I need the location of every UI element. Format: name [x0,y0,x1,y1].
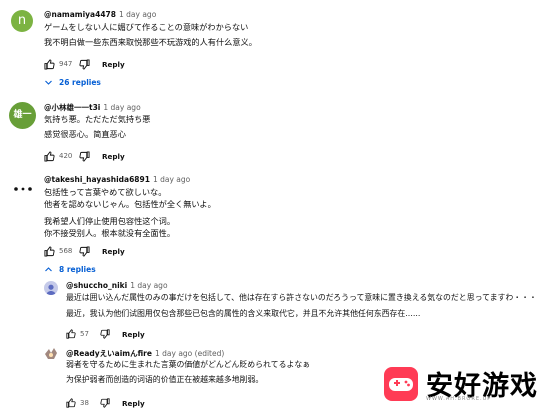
reply-timestamp[interactable]: 1 day ago (edited) [155,349,224,358]
avatar[interactable]: 雄一 [9,102,36,129]
like-count: 947 [59,60,73,68]
person-avatar-icon [46,284,56,295]
avatar[interactable] [10,176,36,202]
watermark: 安好游戏 [384,355,550,412]
watermark-subtitle: WWW.AH.BRORE.UP [426,396,492,402]
comment-thread: 雄一 @小林雄一一t3i 1 day ago 気持ち悪。ただただ気持ち悪 感觉很恶… [0,95,550,170]
comment-actions: 947 Reply [44,58,125,70]
comment-thread: n @namamiya4478 1 day ago ゲームをしない人に媚びて作るこ… [0,0,550,95]
dislike-icon[interactable] [79,245,90,257]
dislike-icon[interactable] [100,398,110,408]
reply-text: 弱者を守るために生まれた言葉の価値がどんどん貶められてるよなぁ 为保护弱者而创造… [66,360,311,384]
avatar[interactable] [43,346,59,362]
dots-avatar-icon [14,187,32,191]
view-replies-button[interactable]: 26 replies [44,78,101,87]
avatar[interactable]: n [11,10,33,32]
like-count: 420 [59,152,73,160]
like-icon[interactable] [44,58,55,70]
comment-author[interactable]: @小林雄一一t3i 1 day ago [44,102,141,113]
reply-button[interactable]: Reply [122,330,145,339]
character-avatar-icon [45,348,57,359]
chevron-down-icon [45,80,52,85]
reply-button[interactable]: Reply [102,60,125,69]
comment-author[interactable]: @namamiya4478 1 day ago [44,10,156,19]
reply-thread: @shuccho_niki 1 day ago 最近は囲い込んだ属性のみの事だけを… [40,280,550,344]
comment-timestamp[interactable]: 1 day ago [119,10,156,19]
like-count: 38 [80,399,89,407]
reply-button[interactable]: Reply [122,399,145,408]
like-icon[interactable] [44,245,55,257]
like-count: 57 [80,330,89,338]
reply-timestamp[interactable]: 1 day ago [130,281,167,290]
comment-timestamp[interactable]: 1 day ago [103,103,140,112]
reply-actions: 57 Reply [66,328,145,340]
reply-actions: 38 Reply [66,397,145,409]
like-icon[interactable] [66,329,76,339]
dislike-icon[interactable] [100,329,110,339]
gamepad-logo-icon [384,366,418,401]
dislike-icon[interactable] [79,58,90,70]
reply-author[interactable]: @shuccho_niki 1 day ago [66,281,168,290]
like-icon[interactable] [44,150,55,162]
dislike-icon[interactable] [79,150,90,162]
reply-button[interactable]: Reply [102,247,125,256]
comment-actions: 568 Reply [44,245,125,257]
reply-button[interactable]: Reply [102,152,125,161]
reply-author[interactable]: @Readyえいaimんfire 1 day ago (edited) [66,348,224,359]
comment-text: ゲームをしない人に媚びて作ることの意味がわからない 我不明白做一些东西来取悦那些… [44,22,257,47]
hide-replies-button[interactable]: 8 replies [44,265,96,274]
like-count: 568 [59,247,73,255]
comment-text: 気持ち悪。ただただ気持ち悪 感觉很恶心。简直恶心 [44,114,151,139]
comment-timestamp[interactable]: 1 day ago [153,175,190,184]
like-icon[interactable] [66,398,76,408]
comment-thread: @takeshi_hayashida6891 1 day ago 包括性って言葉や… [0,170,550,280]
comment-text: 包括性って言葉やめて欲しいな。 他者を認めないじゃん。包括性が全く無いよ。 我希… [44,187,216,238]
comment-actions: 420 Reply [44,150,125,162]
reply-text: 最近は囲い込んだ属性のみの事だけを包括して、他は存在すら許さないのだろうって意味… [66,293,537,318]
avatar[interactable] [44,281,58,295]
comment-author[interactable]: @takeshi_hayashida6891 1 day ago [44,175,190,184]
chevron-up-icon [45,267,52,272]
